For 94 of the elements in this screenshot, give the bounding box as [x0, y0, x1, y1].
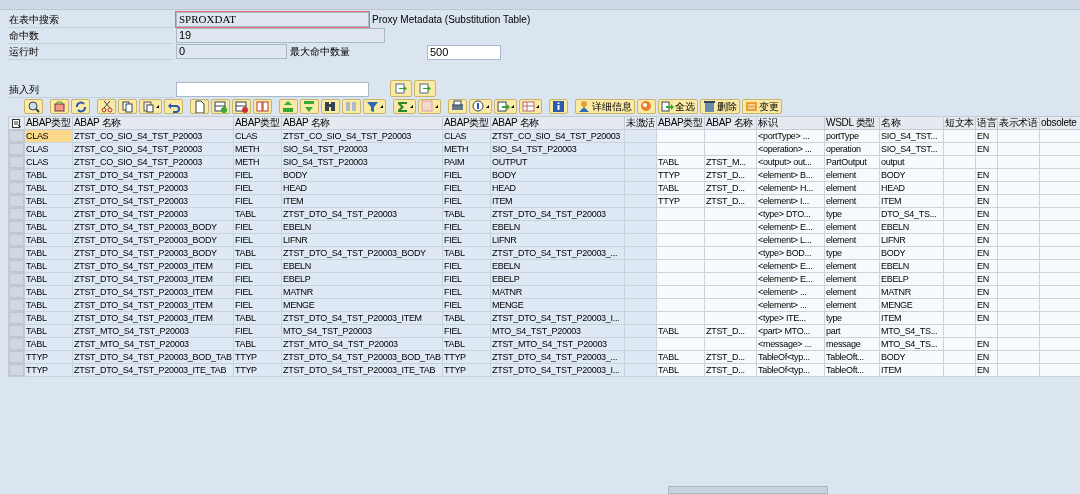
change-button[interactable]: 变更: [742, 99, 782, 114]
palette-button[interactable]: [637, 99, 656, 114]
paste-button[interactable]: [139, 99, 162, 114]
input-field[interactable]: 0: [176, 44, 287, 59]
filter-button[interactable]: [363, 99, 386, 114]
find-icon: [324, 100, 337, 113]
print-icon: [451, 100, 464, 113]
column-header[interactable]: ABAP类型: [444, 117, 489, 128]
field-label: 最大命中数量: [290, 45, 350, 59]
table-description: Proxy Metadata (Substitution Table): [372, 13, 531, 27]
undo-button[interactable]: [164, 99, 183, 114]
view-icon: [472, 100, 485, 113]
delete-button[interactable]: 删除: [700, 99, 740, 114]
change-icon: [745, 100, 758, 113]
paste-icon: [142, 100, 155, 113]
dropdown-icon: [486, 105, 489, 108]
input-field[interactable]: 500: [427, 45, 501, 60]
table-cell: EN: [975, 246, 998, 260]
details-button[interactable]: 详细信息: [575, 99, 635, 114]
column-header[interactable]: 短文本: [945, 117, 975, 128]
table-cell: EN: [975, 168, 998, 182]
table-cell: EN: [975, 142, 998, 156]
print-button[interactable]: [448, 99, 467, 114]
dropdown-icon: [156, 105, 159, 108]
export-icon: [395, 83, 407, 94]
delete-row-button[interactable]: [232, 99, 251, 114]
select-all-button[interactable]: 全选: [658, 99, 698, 114]
find-next-icon: [345, 100, 358, 113]
insert-after-button[interactable]: [414, 80, 436, 97]
insert-row-icon: [214, 100, 227, 113]
column-header[interactable]: ABAP类型: [26, 117, 71, 128]
export-button[interactable]: [494, 99, 517, 114]
details-icon: [578, 100, 591, 113]
column-header[interactable]: 表示术语: [999, 117, 1038, 128]
subtotal-button[interactable]: [418, 99, 441, 114]
copy-button[interactable]: [118, 99, 137, 114]
column-layout-icon[interactable]: [11, 118, 22, 128]
copy-row-button[interactable]: [253, 99, 272, 114]
cut-button[interactable]: [97, 99, 116, 114]
column-header[interactable]: 语言: [977, 117, 997, 128]
subtotal-icon: [421, 100, 434, 113]
search-icon: [27, 100, 40, 113]
layout-button[interactable]: [519, 99, 542, 114]
field-label: 插入列: [8, 82, 174, 98]
table-cell: EN: [975, 298, 998, 312]
select-all-icon: [661, 100, 674, 113]
sort-ascending-icon: [282, 100, 295, 113]
info-button[interactable]: [549, 99, 568, 114]
field-label: 在表中搜索: [8, 12, 174, 28]
sum-button[interactable]: [393, 99, 416, 114]
field-label: 命中数: [8, 28, 174, 44]
info-icon: [552, 100, 565, 113]
table-cell: EN: [975, 350, 998, 364]
copy-icon: [121, 100, 134, 113]
input-field[interactable]: [176, 82, 369, 97]
dropdown-icon: [511, 105, 514, 108]
dropdown-icon: [536, 105, 539, 108]
table-cell: [975, 324, 998, 338]
object-button[interactable]: [50, 99, 69, 114]
cut-icon: [100, 100, 113, 113]
field-label: 运行时: [8, 44, 174, 60]
new-row-button[interactable]: [190, 99, 209, 114]
export-icon: [419, 83, 431, 94]
find-button[interactable]: [321, 99, 340, 114]
scrollbar[interactable]: [668, 486, 828, 494]
dropdown-icon: [435, 105, 438, 108]
refresh-icon: [74, 100, 87, 113]
sort-descending-icon: [303, 100, 316, 113]
copy-row-icon: [256, 100, 269, 113]
sort-ascending-button[interactable]: [279, 99, 298, 114]
dropdown-icon: [410, 105, 413, 108]
sum-icon: [396, 100, 409, 113]
input-field[interactable]: SPROXDAT: [176, 12, 369, 27]
column-header[interactable]: 未激活: [626, 117, 656, 128]
layout-icon: [522, 100, 535, 113]
filter-icon: [366, 100, 379, 113]
delete-icon: [703, 100, 716, 113]
insert-row-button[interactable]: [211, 99, 230, 114]
table-cell: EN: [975, 194, 998, 208]
export-icon: [497, 100, 510, 113]
delete-row-icon: [235, 100, 248, 113]
input-field[interactable]: 19: [176, 28, 385, 43]
table-cell: EN: [975, 220, 998, 234]
search-button[interactable]: [24, 99, 43, 114]
column-header[interactable]: ABAP类型: [658, 117, 703, 128]
refresh-button[interactable]: [71, 99, 90, 114]
dropdown-icon: [380, 105, 383, 108]
table-cell: EN: [975, 272, 998, 286]
object-icon: [53, 100, 66, 113]
new-row-icon: [193, 100, 206, 113]
column-header[interactable]: ABAP类型: [235, 117, 280, 128]
insert-before-button[interactable]: [390, 80, 412, 97]
view-button[interactable]: [469, 99, 492, 114]
palette-icon: [640, 100, 653, 113]
